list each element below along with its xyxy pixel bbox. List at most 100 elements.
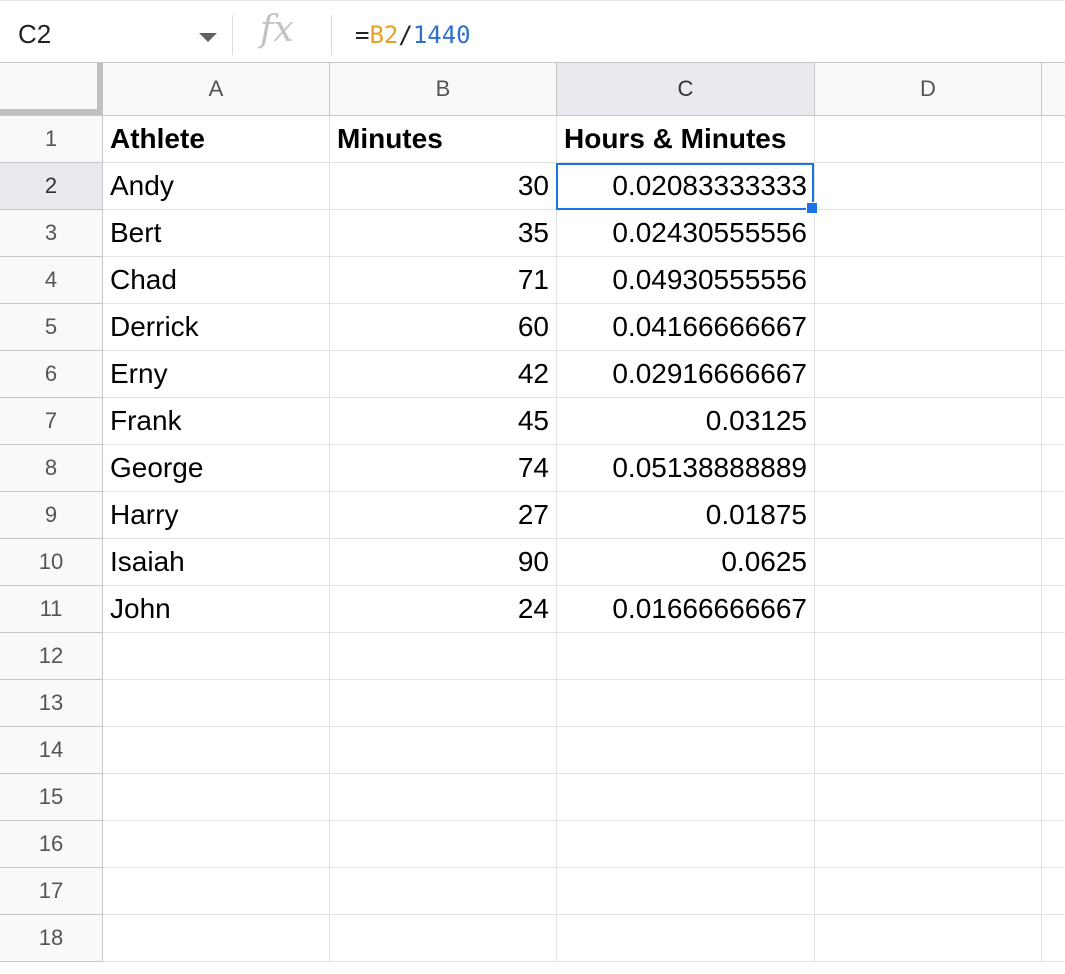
cell-d2[interactable] bbox=[815, 163, 1042, 210]
select-all-corner[interactable] bbox=[0, 63, 103, 115]
column-header-a[interactable]: A bbox=[103, 63, 330, 115]
row-header-17[interactable]: 17 bbox=[0, 868, 103, 915]
cell-d3[interactable] bbox=[815, 210, 1042, 257]
cell-b12[interactable] bbox=[330, 633, 557, 680]
cell-c7[interactable]: 0.03125 bbox=[557, 398, 815, 445]
cell-a11[interactable]: John bbox=[103, 586, 330, 633]
cell-a6[interactable]: Erny bbox=[103, 351, 330, 398]
cell-a16[interactable] bbox=[103, 821, 330, 868]
row-header-7[interactable]: 7 bbox=[0, 398, 103, 445]
row-header-10[interactable]: 10 bbox=[0, 539, 103, 586]
cell-c5[interactable]: 0.04166666667 bbox=[557, 304, 815, 351]
cell-c13[interactable] bbox=[557, 680, 815, 727]
cell-b18[interactable] bbox=[330, 915, 557, 962]
cell-b7[interactable]: 45 bbox=[330, 398, 557, 445]
cell-c1[interactable]: Hours & Minutes bbox=[557, 116, 815, 163]
cell-a4[interactable]: Chad bbox=[103, 257, 330, 304]
cell-b16[interactable] bbox=[330, 821, 557, 868]
cell-e6[interactable] bbox=[1042, 351, 1065, 398]
cell-c12[interactable] bbox=[557, 633, 815, 680]
cell-c3[interactable]: 0.02430555556 bbox=[557, 210, 815, 257]
cell-a5[interactable]: Derrick bbox=[103, 304, 330, 351]
cell-e9[interactable] bbox=[1042, 492, 1065, 539]
cell-e7[interactable] bbox=[1042, 398, 1065, 445]
cell-d16[interactable] bbox=[815, 821, 1042, 868]
cell-a8[interactable]: George bbox=[103, 445, 330, 492]
cell-c18[interactable] bbox=[557, 915, 815, 962]
cell-e18[interactable] bbox=[1042, 915, 1065, 962]
cell-d13[interactable] bbox=[815, 680, 1042, 727]
cell-a1[interactable]: Athlete bbox=[103, 116, 330, 163]
cell-c10[interactable]: 0.0625 bbox=[557, 539, 815, 586]
cell-d5[interactable] bbox=[815, 304, 1042, 351]
cell-a14[interactable] bbox=[103, 727, 330, 774]
cell-b5[interactable]: 60 bbox=[330, 304, 557, 351]
formula-input[interactable]: =B2/1440 bbox=[355, 21, 471, 49]
cell-a10[interactable]: Isaiah bbox=[103, 539, 330, 586]
cell-b10[interactable]: 90 bbox=[330, 539, 557, 586]
cell-e8[interactable] bbox=[1042, 445, 1065, 492]
cell-d14[interactable] bbox=[815, 727, 1042, 774]
row-header-16[interactable]: 16 bbox=[0, 821, 103, 868]
row-header-1[interactable]: 1 bbox=[0, 116, 103, 163]
cell-d8[interactable] bbox=[815, 445, 1042, 492]
cell-c14[interactable] bbox=[557, 727, 815, 774]
cell-a2[interactable]: Andy bbox=[103, 163, 330, 210]
cell-c8[interactable]: 0.05138888889 bbox=[557, 445, 815, 492]
cell-e4[interactable] bbox=[1042, 257, 1065, 304]
chevron-down-icon[interactable] bbox=[199, 33, 217, 42]
row-header-12[interactable]: 12 bbox=[0, 633, 103, 680]
cell-d7[interactable] bbox=[815, 398, 1042, 445]
cell-b6[interactable]: 42 bbox=[330, 351, 557, 398]
cell-d15[interactable] bbox=[815, 774, 1042, 821]
cell-e15[interactable] bbox=[1042, 774, 1065, 821]
row-header-5[interactable]: 5 bbox=[0, 304, 103, 351]
row-header-15[interactable]: 15 bbox=[0, 774, 103, 821]
cell-b1[interactable]: Minutes bbox=[330, 116, 557, 163]
cell-e10[interactable] bbox=[1042, 539, 1065, 586]
cell-b14[interactable] bbox=[330, 727, 557, 774]
cell-d4[interactable] bbox=[815, 257, 1042, 304]
cell-e3[interactable] bbox=[1042, 210, 1065, 257]
cell-e13[interactable] bbox=[1042, 680, 1065, 727]
cell-d9[interactable] bbox=[815, 492, 1042, 539]
cell-c15[interactable] bbox=[557, 774, 815, 821]
cell-e5[interactable] bbox=[1042, 304, 1065, 351]
row-header-8[interactable]: 8 bbox=[0, 445, 103, 492]
column-header-c[interactable]: C bbox=[557, 63, 815, 115]
row-header-18[interactable]: 18 bbox=[0, 915, 103, 962]
cell-e16[interactable] bbox=[1042, 821, 1065, 868]
cell-d6[interactable] bbox=[815, 351, 1042, 398]
cell-e17[interactable] bbox=[1042, 868, 1065, 915]
cell-c2[interactable]: 0.02083333333 bbox=[557, 163, 815, 210]
cell-c17[interactable] bbox=[557, 868, 815, 915]
cell-a3[interactable]: Bert bbox=[103, 210, 330, 257]
cell-d17[interactable] bbox=[815, 868, 1042, 915]
cell-e12[interactable] bbox=[1042, 633, 1065, 680]
row-header-4[interactable]: 4 bbox=[0, 257, 103, 304]
row-header-2[interactable]: 2 bbox=[0, 163, 103, 210]
cell-c11[interactable]: 0.01666666667 bbox=[557, 586, 815, 633]
cell-e14[interactable] bbox=[1042, 727, 1065, 774]
freeze-row-handle[interactable] bbox=[0, 109, 103, 115]
cell-b3[interactable]: 35 bbox=[330, 210, 557, 257]
cell-d18[interactable] bbox=[815, 915, 1042, 962]
cell-d10[interactable] bbox=[815, 539, 1042, 586]
cell-a15[interactable] bbox=[103, 774, 330, 821]
cell-e2[interactable] bbox=[1042, 163, 1065, 210]
cell-b2[interactable]: 30 bbox=[330, 163, 557, 210]
cell-b11[interactable]: 24 bbox=[330, 586, 557, 633]
cell-d11[interactable] bbox=[815, 586, 1042, 633]
cell-b13[interactable] bbox=[330, 680, 557, 727]
column-header-b[interactable]: B bbox=[330, 63, 557, 115]
cell-a7[interactable]: Frank bbox=[103, 398, 330, 445]
cell-a18[interactable] bbox=[103, 915, 330, 962]
cell-b17[interactable] bbox=[330, 868, 557, 915]
cell-b9[interactable]: 27 bbox=[330, 492, 557, 539]
cell-c16[interactable] bbox=[557, 821, 815, 868]
cell-a13[interactable] bbox=[103, 680, 330, 727]
cell-b15[interactable] bbox=[330, 774, 557, 821]
name-box[interactable]: C2 bbox=[0, 1, 232, 63]
column-header-d[interactable]: D bbox=[815, 63, 1042, 115]
cell-d1[interactable] bbox=[815, 116, 1042, 163]
